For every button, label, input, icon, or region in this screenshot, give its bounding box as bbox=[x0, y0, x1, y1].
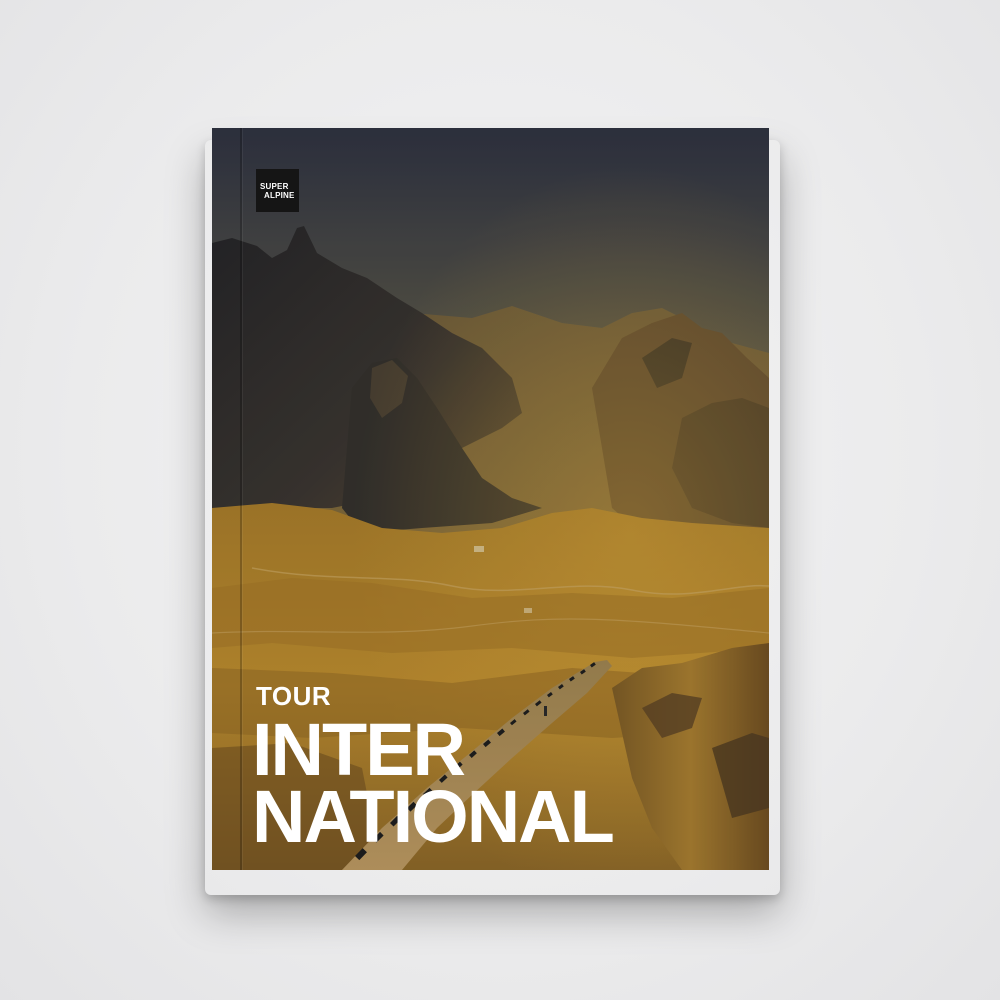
mockup-background: SUPER ALPINE TOUR INTER NATIONAL bbox=[0, 0, 1000, 1000]
spine-crease bbox=[240, 128, 242, 870]
cover-kicker: TOUR bbox=[256, 681, 332, 711]
book-cover: SUPER ALPINE TOUR INTER NATIONAL bbox=[212, 128, 769, 870]
publisher-logo: SUPER ALPINE bbox=[256, 169, 299, 212]
logo-text-line1: SUPER bbox=[260, 182, 289, 191]
logo-text-line2: ALPINE bbox=[264, 191, 295, 200]
cover-title-line2: NATIONAL bbox=[252, 775, 615, 858]
